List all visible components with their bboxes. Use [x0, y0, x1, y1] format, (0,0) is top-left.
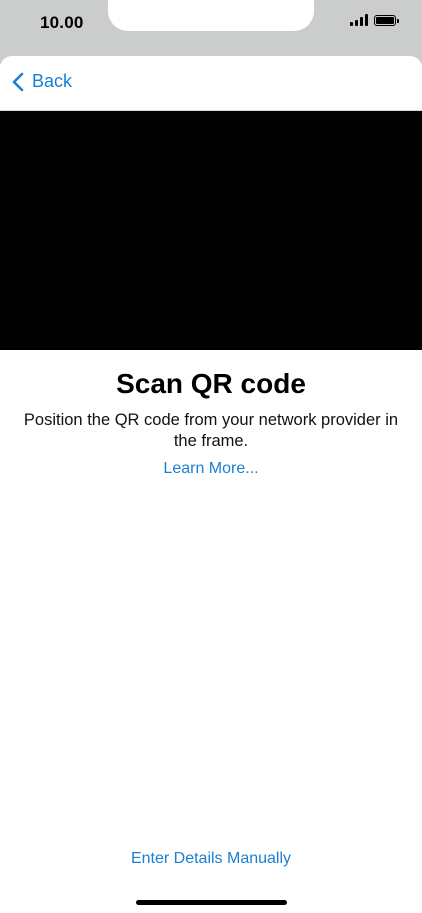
cellular-signal-icon	[350, 14, 368, 26]
notch	[108, 0, 314, 31]
phone-screen: 10.00 Back Scan QR code Position the QR …	[0, 0, 422, 913]
back-label: Back	[32, 71, 73, 91]
navigation-bar: Back	[0, 56, 422, 111]
learn-more-link[interactable]: Learn More...	[0, 460, 422, 478]
enter-details-manually-button[interactable]: Enter Details Manually	[0, 850, 422, 868]
status-bar: 10.00	[0, 0, 422, 64]
modal-sheet: Back Scan QR code Position the QR code f…	[0, 56, 422, 913]
instructions-text: Position the QR code from your network p…	[23, 411, 399, 450]
camera-viewfinder	[0, 111, 422, 350]
chevron-left-icon	[12, 72, 24, 91]
page-title: Scan QR code	[116, 368, 306, 399]
home-indicator[interactable]	[136, 900, 287, 905]
back-button[interactable]: Back	[12, 71, 72, 92]
status-icons	[350, 14, 399, 26]
battery-icon	[374, 14, 399, 26]
status-time: 10.00	[40, 13, 84, 32]
